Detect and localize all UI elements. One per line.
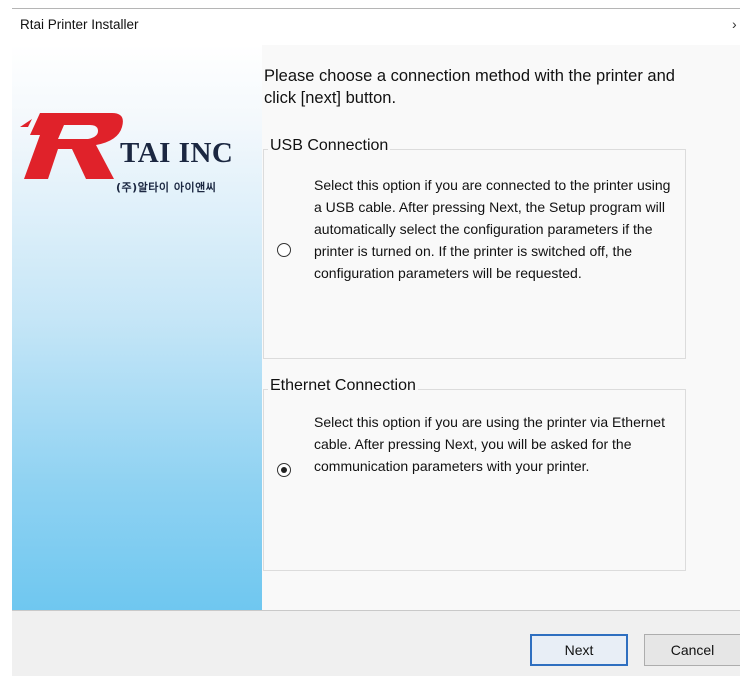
company-logo: TAI INC (주)알타이 아이앤씨 (16, 105, 262, 215)
instruction-text: Please choose a connection method with t… (264, 67, 675, 107)
cancel-button[interactable]: Cancel (644, 634, 740, 666)
usb-connection-label: USB Connection (268, 137, 391, 155)
window-title: Rtai Printer Installer (20, 17, 139, 32)
ethernet-connection-description: Select this option if you are using the … (314, 414, 665, 474)
title-bar: Rtai Printer Installer › (12, 9, 740, 45)
usb-connection-group: USB Connection Select this option if you… (263, 137, 686, 359)
ethernet-connection-group: Ethernet Connection Select this option i… (263, 377, 686, 571)
next-button[interactable]: Next (530, 634, 628, 666)
close-icon[interactable]: › (732, 16, 740, 32)
usb-connection-description: Select this option if you are connected … (314, 177, 671, 281)
installer-window: Rtai Printer Installer › TAI INC (주)알타이 … (12, 8, 740, 676)
button-bar: Next Cancel (12, 610, 740, 676)
ethernet-connection-radio[interactable] (277, 463, 291, 477)
sidebar-banner: TAI INC (주)알타이 아이앤씨 (12, 45, 262, 610)
usb-connection-radio[interactable] (277, 243, 291, 257)
logo-company-name: TAI INC (120, 137, 234, 169)
ethernet-connection-label: Ethernet Connection (268, 377, 418, 395)
logo-korean-name: (주)알타이 아이앤씨 (116, 181, 217, 194)
logo-r-mark-icon (20, 113, 123, 179)
